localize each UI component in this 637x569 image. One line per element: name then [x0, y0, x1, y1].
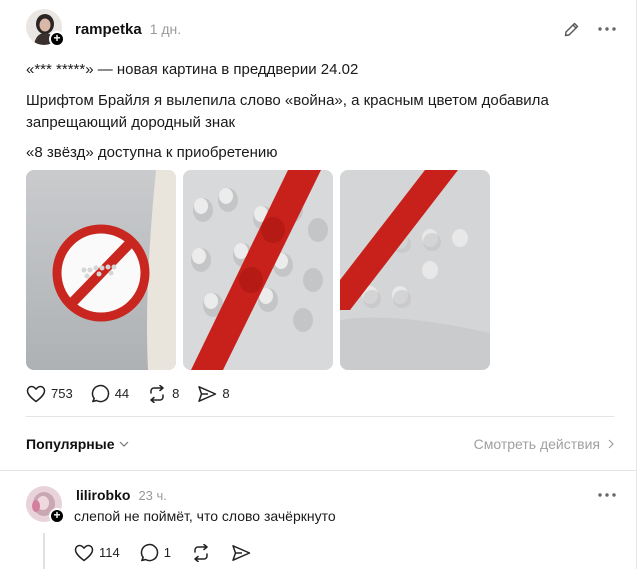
divider [0, 470, 636, 471]
post-header: + rampetka 1 дн. [26, 9, 616, 49]
sort-label: Популярные [26, 436, 115, 452]
share-icon [198, 385, 217, 402]
comment-repost-button[interactable] [191, 543, 211, 562]
sort-dropdown[interactable]: Популярные [26, 436, 129, 452]
chevron-down-icon [120, 441, 129, 447]
post-text-line-2: Шрифтом Брайля я вылепила слово «война»,… [26, 92, 549, 131]
repost-icon [150, 384, 164, 403]
photo-1[interactable] [26, 170, 176, 370]
thread-line [43, 533, 45, 569]
more-icon[interactable] [598, 27, 616, 31]
like-button[interactable]: 753 [26, 385, 73, 403]
comment-time: 23 ч. [138, 488, 167, 503]
like-count: 753 [51, 386, 73, 401]
view-actions-label: Смотреть действия [473, 436, 600, 452]
photo-2[interactable] [183, 170, 333, 370]
post-text-line-1: «*** *****» — новая картина в преддверии… [26, 61, 359, 78]
reply-count: 44 [114, 386, 130, 401]
comment-share-button[interactable] [231, 544, 251, 562]
post-text-line-3: «8 звёзд» доступна к приобретению [26, 144, 278, 161]
share-count: 8 [222, 386, 230, 401]
follow-plus-icon[interactable]: + [49, 31, 65, 47]
comment-reply-button[interactable]: 1 [140, 543, 171, 562]
reply-icon [140, 543, 158, 562]
repost-button[interactable]: 8 [147, 384, 180, 403]
post-gallery [26, 170, 490, 370]
comment-text: слепой не поймёт, что слово зачёркнуто [74, 508, 336, 524]
comments-bar: Популярные Смотреть действия [26, 433, 614, 455]
comment-stats: 114 1 [74, 543, 271, 562]
heart-icon [74, 544, 94, 561]
post-username[interactable]: rampetka [75, 21, 142, 38]
post-header-actions [563, 21, 616, 38]
repost-icon [194, 543, 208, 562]
edit-icon[interactable] [563, 21, 580, 38]
view-actions-link[interactable]: Смотреть действия [474, 436, 614, 452]
divider [26, 416, 614, 417]
photo-3[interactable] [340, 170, 490, 370]
more-icon[interactable] [598, 493, 616, 497]
share-icon [232, 544, 251, 561]
reply-icon [91, 384, 109, 403]
comment-like-button[interactable]: 114 [74, 544, 120, 562]
chevron-right-icon [608, 439, 614, 449]
heart-icon [26, 385, 46, 402]
post-avatar[interactable]: + [26, 9, 66, 49]
follow-plus-icon[interactable]: + [49, 508, 65, 524]
reply-button[interactable]: 44 [91, 384, 129, 403]
post-time: 1 дн. [149, 21, 182, 37]
post-stats: 753 44 8 8 [26, 384, 248, 403]
comment-like-count: 114 [99, 545, 120, 560]
comment-avatar[interactable]: + [26, 486, 66, 526]
comment-reply-count: 1 [163, 545, 171, 560]
comment-username[interactable]: lilirobko [76, 487, 130, 503]
repost-count: 8 [172, 386, 180, 401]
share-button[interactable]: 8 [197, 385, 230, 403]
